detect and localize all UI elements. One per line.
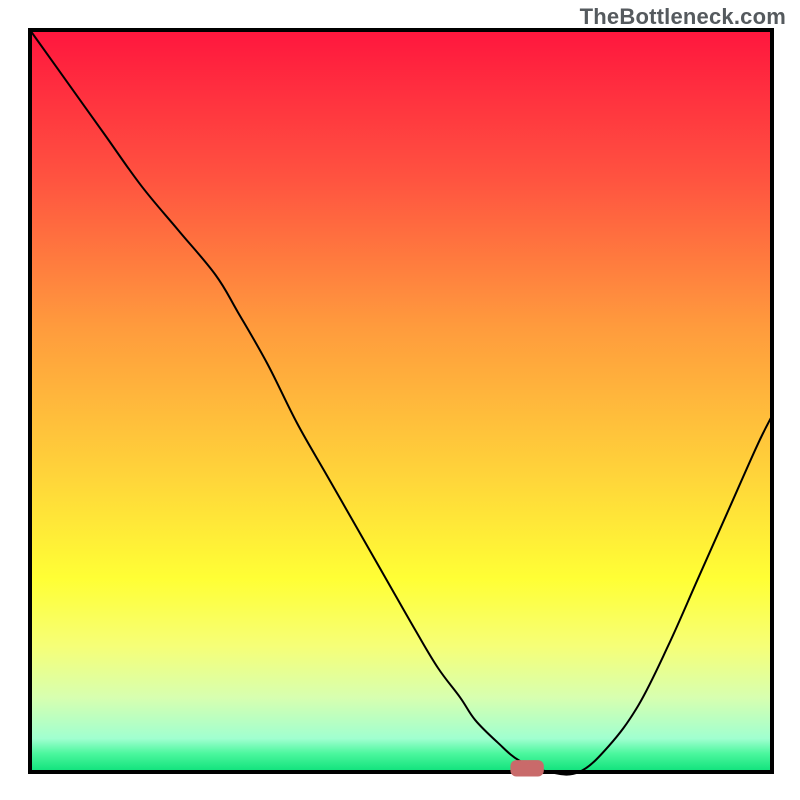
chart-container: TheBottleneck.com [0, 0, 800, 800]
watermark-label: TheBottleneck.com [580, 4, 786, 30]
optimal-point-marker [510, 760, 543, 776]
bottleneck-chart [0, 0, 800, 800]
